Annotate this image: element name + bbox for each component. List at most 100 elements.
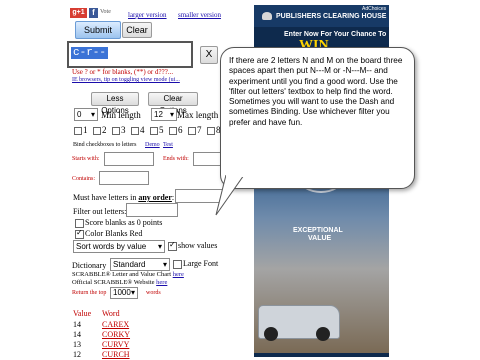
color-blanks-label: Color Blanks Red bbox=[85, 229, 143, 238]
position-checkbox-4[interactable]: 4 bbox=[131, 125, 149, 137]
position-number: 7 bbox=[197, 125, 202, 135]
position-checkbox-box[interactable] bbox=[93, 127, 101, 135]
contains-input[interactable] bbox=[99, 171, 149, 185]
min-length-select[interactable]: 0 bbox=[74, 108, 98, 121]
results-word-header: Word bbox=[102, 309, 120, 318]
letters-input-value: c-r-- bbox=[71, 47, 109, 59]
position-checkbox-5[interactable]: 5 bbox=[150, 125, 168, 137]
max-length-label: Max length bbox=[177, 110, 219, 120]
official-line: Official SCRABBLE® Website here bbox=[72, 279, 167, 286]
smaller-version-link[interactable]: smaller version bbox=[178, 11, 221, 19]
position-checkbox-box[interactable] bbox=[131, 127, 139, 135]
result-word-link[interactable]: CURCH bbox=[102, 350, 130, 359]
result-value: 13 bbox=[73, 340, 81, 349]
ad-choices-tag[interactable]: AdChoices bbox=[362, 6, 386, 12]
max-length-select[interactable]: 12 bbox=[151, 108, 177, 121]
position-checkbox-box[interactable] bbox=[74, 127, 82, 135]
facebook-button[interactable]: f bbox=[89, 8, 98, 18]
large-font-checkbox[interactable] bbox=[173, 260, 182, 269]
filter-out-input[interactable] bbox=[126, 203, 178, 217]
min-length-value: 0 bbox=[77, 110, 82, 119]
google-plus-button[interactable]: g+1 bbox=[70, 8, 87, 18]
words-label: words bbox=[146, 290, 161, 296]
starts-with-label: Starts with: bbox=[72, 156, 100, 162]
position-number: 3 bbox=[121, 125, 126, 135]
position-checkbox-2[interactable]: 2 bbox=[93, 125, 111, 137]
chart-line: SCRABBLE® Letter and Value Chart here bbox=[72, 271, 184, 278]
result-value: 14 bbox=[73, 320, 81, 329]
official-link[interactable]: here bbox=[156, 279, 167, 286]
show-values-label: show values bbox=[178, 241, 218, 250]
position-checkbox-box[interactable] bbox=[207, 127, 215, 135]
chart-line-text: SCRABBLE® Letter and Value Chart bbox=[72, 271, 172, 278]
position-checkboxes: 12345678 bbox=[74, 125, 224, 137]
must-have-text: Must have letters in bbox=[73, 193, 137, 202]
result-word-link[interactable]: CAREX bbox=[102, 320, 129, 329]
position-checkbox-7[interactable]: 7 bbox=[188, 125, 206, 137]
filter-out-label: Filter out letters: bbox=[73, 207, 127, 216]
ad-exceptional-2: VALUE bbox=[308, 235, 332, 242]
result-value: 14 bbox=[73, 330, 81, 339]
position-number: 6 bbox=[178, 125, 183, 135]
results-value-header: Value bbox=[73, 309, 92, 318]
ends-with-label: Ends with: bbox=[163, 156, 189, 162]
clear-input-x-button[interactable]: X bbox=[200, 46, 218, 64]
sort-value: Sort words by value bbox=[76, 242, 147, 251]
wildcard-hint: Use ? or * for blanks, (**) or d???... bbox=[72, 68, 174, 76]
ie-tip-link[interactable]: IE browsers, tip on toggling view mode (… bbox=[72, 77, 180, 83]
dictionary-value: Standard bbox=[113, 260, 146, 269]
ad-car-wheel-rear bbox=[316, 327, 330, 341]
dictionary-label: Dictionary bbox=[72, 261, 107, 270]
clear-options-button[interactable]: Clear Options bbox=[148, 92, 198, 115]
ad-enter-line: Enter Now For Your Chance To bbox=[284, 31, 387, 38]
chart-link[interactable]: here bbox=[173, 271, 184, 278]
tip-callout-text: If there are 2 letters N and M on the bo… bbox=[229, 56, 403, 127]
sort-select[interactable]: Sort words by value bbox=[73, 240, 165, 253]
result-word-link[interactable]: CORKY bbox=[102, 330, 130, 339]
min-length-label: Min length bbox=[101, 110, 141, 120]
position-checkbox-box[interactable] bbox=[112, 127, 120, 135]
callout-pointer bbox=[215, 175, 244, 216]
must-have-label: Must have letters in any order: bbox=[73, 193, 175, 202]
result-value: 12 bbox=[73, 350, 81, 359]
submit-button[interactable]: Submit bbox=[75, 21, 121, 39]
large-font-label: Large Font bbox=[183, 259, 219, 268]
result-word-link[interactable]: CURVY bbox=[102, 340, 129, 349]
score-blanks-checkbox[interactable] bbox=[75, 219, 84, 228]
pch-logo bbox=[262, 12, 272, 20]
color-blanks-checkbox[interactable] bbox=[75, 228, 84, 239]
position-number: 5 bbox=[159, 125, 164, 135]
position-checkbox-3[interactable]: 3 bbox=[112, 125, 130, 137]
return-count-value: 1000 bbox=[113, 288, 131, 297]
position-checkbox-box[interactable] bbox=[150, 127, 158, 135]
test-link[interactable]: Test bbox=[163, 142, 173, 148]
any-order-text: any order bbox=[138, 193, 172, 202]
position-number: 2 bbox=[102, 125, 107, 135]
position-checkbox-box[interactable] bbox=[169, 127, 177, 135]
position-number: 1 bbox=[83, 125, 88, 135]
bind-checkboxes-label: Bind checkboxes to letters bbox=[73, 142, 137, 148]
position-checkbox-box[interactable] bbox=[188, 127, 196, 135]
less-options-button[interactable]: Less Options bbox=[91, 92, 139, 115]
ad-brand: PUBLISHERS CLEARING HOUSE bbox=[276, 13, 387, 20]
letters-input[interactable]: c-r-- bbox=[67, 41, 193, 68]
official-line-text: Official SCRABBLE® Website bbox=[72, 279, 155, 286]
return-top-label: Return the top bbox=[72, 290, 107, 296]
return-count-select[interactable]: 1000 bbox=[110, 287, 138, 299]
contains-label: Contains: bbox=[72, 176, 96, 182]
tip-callout: If there are 2 letters N and M on the bo… bbox=[220, 47, 415, 189]
show-values-checkbox[interactable] bbox=[168, 240, 177, 251]
dictionary-select[interactable]: Standard bbox=[110, 258, 170, 271]
max-length-value: 12 bbox=[154, 110, 163, 119]
ad-exceptional-1: EXCEPTIONAL bbox=[293, 227, 343, 234]
ad-car-wheel-front bbox=[264, 327, 278, 341]
demo-link[interactable]: Demo bbox=[145, 142, 160, 148]
position-checkbox-1[interactable]: 1 bbox=[74, 125, 92, 137]
starts-with-input[interactable] bbox=[104, 152, 154, 166]
position-number: 4 bbox=[140, 125, 145, 135]
clear-button[interactable]: Clear bbox=[122, 22, 152, 38]
vote-count: Vote bbox=[100, 9, 111, 15]
position-checkbox-6[interactable]: 6 bbox=[169, 125, 187, 137]
score-blanks-label: Score blanks as 0 points bbox=[85, 218, 163, 227]
larger-version-link[interactable]: larger version bbox=[128, 11, 167, 19]
